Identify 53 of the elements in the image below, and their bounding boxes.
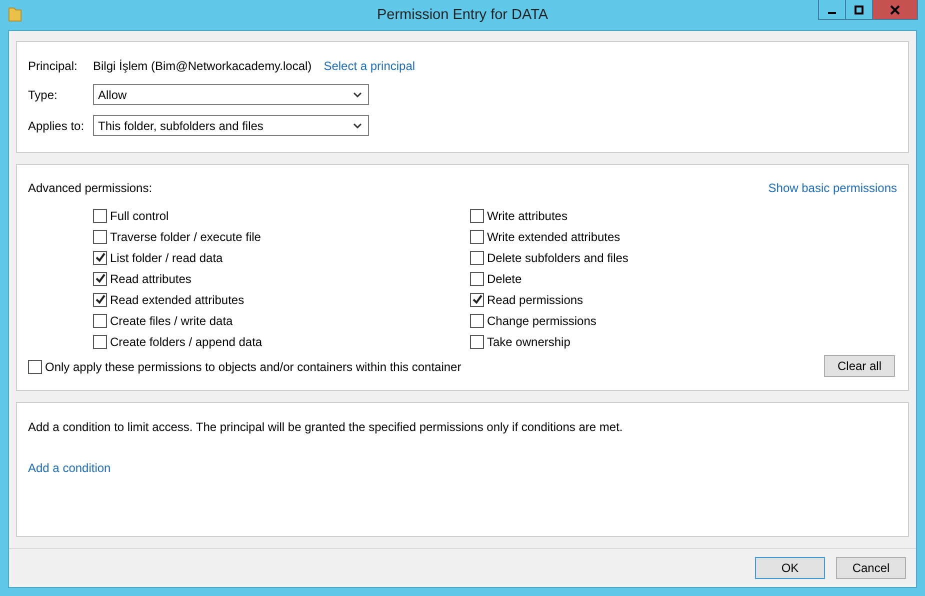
permission-label: List folder / read data: [110, 250, 223, 264]
checkbox[interactable]: [93, 250, 107, 264]
minimize-icon: [828, 12, 836, 14]
type-label: Type:: [28, 88, 58, 102]
checkbox[interactable]: [470, 208, 484, 222]
advanced-permissions-label: Advanced permissions:: [28, 181, 152, 195]
chevron-icon: [353, 122, 362, 128]
checkbox[interactable]: [470, 314, 484, 328]
chevron-icon: [353, 92, 362, 98]
type-dropdown[interactable]: Allow: [93, 84, 369, 105]
minimize-button[interactable]: [818, 0, 846, 20]
checkbox[interactable]: [93, 292, 107, 306]
show-basic-permissions-link[interactable]: Show basic permissions: [768, 181, 897, 195]
applies-to-dropdown[interactable]: This folder, subfolders and files: [93, 115, 369, 136]
permission-label: Take ownership: [487, 334, 570, 348]
checkbox[interactable]: [93, 230, 107, 244]
permission-label: Read extended attributes: [110, 292, 244, 306]
close-button[interactable]: [872, 0, 918, 20]
maximize-icon: [854, 4, 864, 14]
add-condition-link[interactable]: Add a condition: [28, 461, 111, 475]
permission-label: Read permissions: [487, 292, 584, 306]
permission-label: Read attributes: [110, 272, 192, 286]
checkbox[interactable]: [470, 272, 484, 286]
permission-label: Delete subfolders and files: [487, 250, 628, 264]
checkbox[interactable]: [28, 360, 42, 374]
select-principal-link[interactable]: Select a principal: [324, 59, 416, 73]
permission-label: Create files / write data: [110, 314, 233, 328]
folder-icon: [8, 6, 22, 22]
close-icon: [890, 4, 900, 14]
permission-label: Change permissions: [487, 314, 596, 328]
principal-name: Bilgi İşlem (Bim@Networkacademy.local): [93, 59, 312, 73]
permission-label: Delete: [487, 272, 522, 286]
window-title: Permission Entry for DATA: [376, 7, 548, 23]
principal-label: Principal:: [28, 59, 78, 73]
checkbox[interactable]: [93, 314, 107, 328]
dialog-button[interactable]: Cancel: [836, 557, 906, 579]
checkbox[interactable]: [470, 230, 484, 244]
checkbox[interactable]: [93, 272, 107, 286]
permission-label: Create folders / append data: [110, 334, 262, 348]
permission-label: Traverse folder / execute file: [110, 230, 261, 244]
permission-label: Full control: [110, 208, 169, 222]
only-apply-label: Only apply these permissions to objects and/or containers within this container: [45, 360, 462, 374]
dialog-button[interactable]: OK: [755, 557, 825, 579]
checkbox[interactable]: [93, 334, 107, 348]
checkbox[interactable]: [470, 334, 484, 348]
clear-all-button[interactable]: Clear all: [824, 355, 895, 377]
applies-to-label: Applies to:: [28, 118, 86, 132]
permission-label: Write extended attributes: [487, 230, 620, 244]
condition-text: Add a condition to limit access. The principal will be granted the specified permissions only if conditions are met.: [28, 420, 623, 434]
permission-label: Write attributes: [487, 208, 568, 222]
checkbox[interactable]: [93, 208, 107, 222]
checkbox[interactable]: [470, 250, 484, 264]
checkbox[interactable]: [470, 292, 484, 306]
